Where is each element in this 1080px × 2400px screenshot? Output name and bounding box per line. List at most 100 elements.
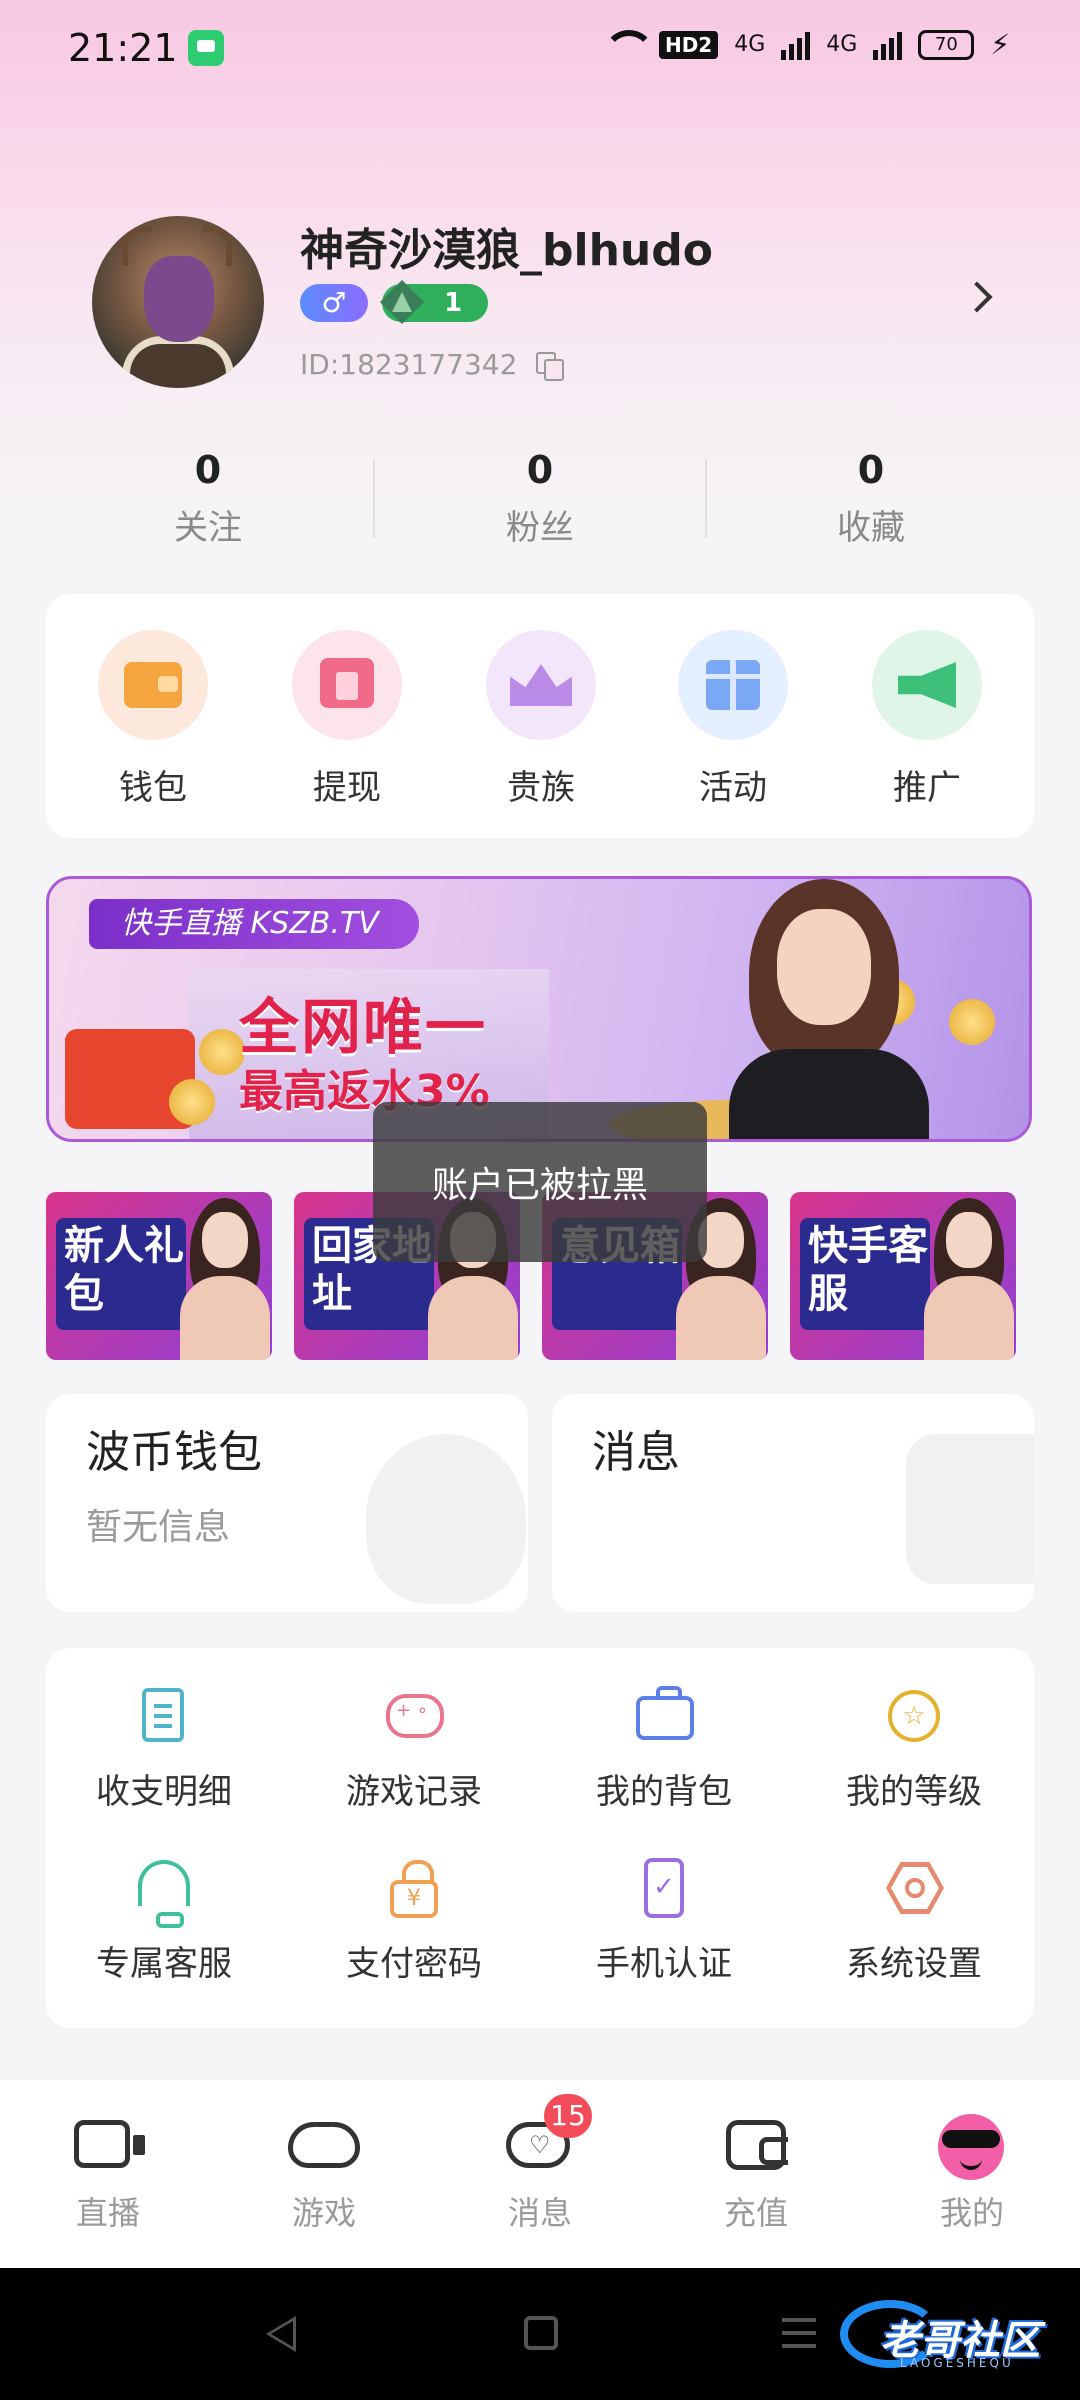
copy-icon[interactable] xyxy=(536,352,564,381)
wifi-icon xyxy=(602,29,655,60)
thumb-model-image xyxy=(920,1198,1016,1360)
megaphone-icon xyxy=(872,630,982,740)
quick-action-wallet[interactable]: 钱包 xyxy=(78,630,228,809)
menu-label: 我的背包 xyxy=(596,1772,732,1812)
level-badge: 1 xyxy=(380,280,488,324)
quick-action-withdraw[interactable]: 提现 xyxy=(272,630,422,809)
quick-action-promote[interactable]: 推广 xyxy=(852,630,1002,809)
settings-hex-icon xyxy=(882,1856,946,1920)
back-icon[interactable] xyxy=(266,2316,296,2352)
menu-my-level[interactable]: ☆ 我的等级 xyxy=(814,1684,1014,1813)
menu-system-settings[interactable]: 系统设置 xyxy=(814,1856,1014,1985)
nav-label: 我的 xyxy=(939,2194,1004,2232)
menu-icon[interactable] xyxy=(782,2318,816,2348)
nav-live[interactable]: 直播 xyxy=(28,2114,188,2234)
avatar[interactable] xyxy=(92,216,264,388)
lock-icon: ¥ xyxy=(382,1856,446,1920)
stat-following[interactable]: 0 关注 xyxy=(108,448,308,549)
nav-label: 直播 xyxy=(75,2194,140,2232)
menu-label: 支付密码 xyxy=(346,1944,482,1984)
nav-me[interactable]: 我的 xyxy=(892,2114,1052,2234)
level-value: 1 xyxy=(444,288,463,318)
withdraw-icon xyxy=(292,630,402,740)
menu-label: 游戏记录 xyxy=(346,1772,482,1812)
envelope-icon xyxy=(906,1434,1034,1584)
message-card[interactable]: 消息 xyxy=(552,1394,1034,1612)
stat-label: 收藏 xyxy=(837,508,905,548)
wallet-card-title: 波币钱包 xyxy=(86,1427,262,1478)
menu-customer-service[interactable]: 专属客服 xyxy=(64,1856,264,1985)
wallet-card[interactable]: 波币钱包 暂无信息 xyxy=(46,1394,528,1612)
banner-tag: 快手直播 KSZB.TV xyxy=(89,899,419,949)
status-time: 21:21 xyxy=(68,26,178,70)
nav-messages[interactable]: 消息 xyxy=(460,2114,620,2234)
status-icons: HD2 4G 4G 70 ⚡ xyxy=(602,28,1010,61)
gamepad-icon xyxy=(288,2114,360,2174)
quick-action-label: 活动 xyxy=(699,768,767,808)
quick-action-nobility[interactable]: 贵族 xyxy=(466,630,616,809)
quick-action-label: 贵族 xyxy=(507,768,575,808)
menu-label: 收支明细 xyxy=(96,1772,232,1812)
signal-icon-2 xyxy=(873,30,903,60)
stat-fans[interactable]: 0 粉丝 xyxy=(440,448,640,549)
coin-icon xyxy=(949,999,995,1045)
quick-action-label: 推广 xyxy=(893,768,961,808)
menu-label: 系统设置 xyxy=(846,1944,982,1984)
stat-value: 0 xyxy=(857,448,885,492)
thumb-label: 新人礼包 xyxy=(64,1223,184,1317)
menu-label: 我的等级 xyxy=(846,1772,982,1812)
menu-payment-password[interactable]: ¥ 支付密码 xyxy=(314,1856,514,1985)
bottom-nav: 直播 游戏 消息 充值 我的 xyxy=(0,2080,1080,2268)
banner-headline: 全网唯一 xyxy=(239,993,487,1063)
toast-message: 账户已被拉黑 xyxy=(373,1102,707,1262)
charging-icon: ⚡ xyxy=(990,28,1010,61)
menu-phone-verification[interactable]: ✓ 手机认证 xyxy=(564,1856,764,1985)
coin-icon xyxy=(169,1079,215,1125)
camera-icon xyxy=(72,2114,145,2174)
battery-icon: 70 xyxy=(918,29,975,60)
menu-income-expense[interactable]: 收支明细 xyxy=(64,1684,264,1813)
document-icon xyxy=(132,1684,196,1748)
stat-divider xyxy=(373,460,375,538)
wallet-icon xyxy=(720,2114,792,2174)
network-type-2: 4G xyxy=(826,32,858,57)
nav-label: 游戏 xyxy=(291,2194,356,2232)
stat-favorites[interactable]: 0 收藏 xyxy=(771,448,971,549)
backpack-icon xyxy=(632,1684,696,1748)
headset-icon xyxy=(132,1856,196,1928)
home-icon[interactable] xyxy=(524,2316,558,2350)
phone-check-icon: ✓ xyxy=(632,1856,696,1920)
wallet-icon xyxy=(98,630,208,740)
crown-icon xyxy=(486,630,596,740)
watermark-logo: 老哥社区 LAOGESHEQU xyxy=(840,2300,1070,2370)
notification-chat-icon xyxy=(188,30,224,66)
menu-label: 手机认证 xyxy=(596,1944,732,1984)
menu-game-records[interactable]: 游戏记录 xyxy=(314,1684,514,1813)
stat-value: 0 xyxy=(194,448,222,492)
gamepad-icon xyxy=(382,1684,446,1748)
quick-action-activity[interactable]: 活动 xyxy=(658,630,808,809)
nav-label: 充值 xyxy=(723,2194,788,2232)
thumb-customer-service[interactable]: 快手客服 xyxy=(790,1192,1016,1360)
money-bag-icon xyxy=(366,1434,526,1604)
stat-label: 粉丝 xyxy=(506,508,574,548)
gift-icon xyxy=(678,630,788,740)
username: 神奇沙漠狼_blhudo xyxy=(300,225,713,276)
nav-game[interactable]: 游戏 xyxy=(244,2114,404,2234)
menu-backpack[interactable]: 我的背包 xyxy=(564,1684,764,1813)
quick-action-label: 钱包 xyxy=(119,768,187,808)
status-bar: 21:21 HD2 4G 4G 70 ⚡ xyxy=(0,0,1080,96)
message-card-title: 消息 xyxy=(592,1427,680,1478)
watermark-subtext: LAOGESHEQU xyxy=(900,2356,1014,2370)
stat-value: 0 xyxy=(526,448,554,492)
thumb-new-user-gift[interactable]: 新人礼包 xyxy=(46,1192,272,1360)
wallet-card-subtitle: 暂无信息 xyxy=(86,1507,231,1548)
quick-action-label: 提现 xyxy=(313,768,381,808)
thumb-model-image xyxy=(176,1198,272,1360)
banner-model-image xyxy=(709,879,949,1139)
menu-label: 专属客服 xyxy=(96,1944,232,1984)
hd-voice-icon: HD2 xyxy=(658,30,719,59)
network-type-1: 4G xyxy=(734,32,766,57)
nav-recharge[interactable]: 充值 xyxy=(676,2114,836,2234)
user-id: ID:1823177342 xyxy=(300,348,518,381)
